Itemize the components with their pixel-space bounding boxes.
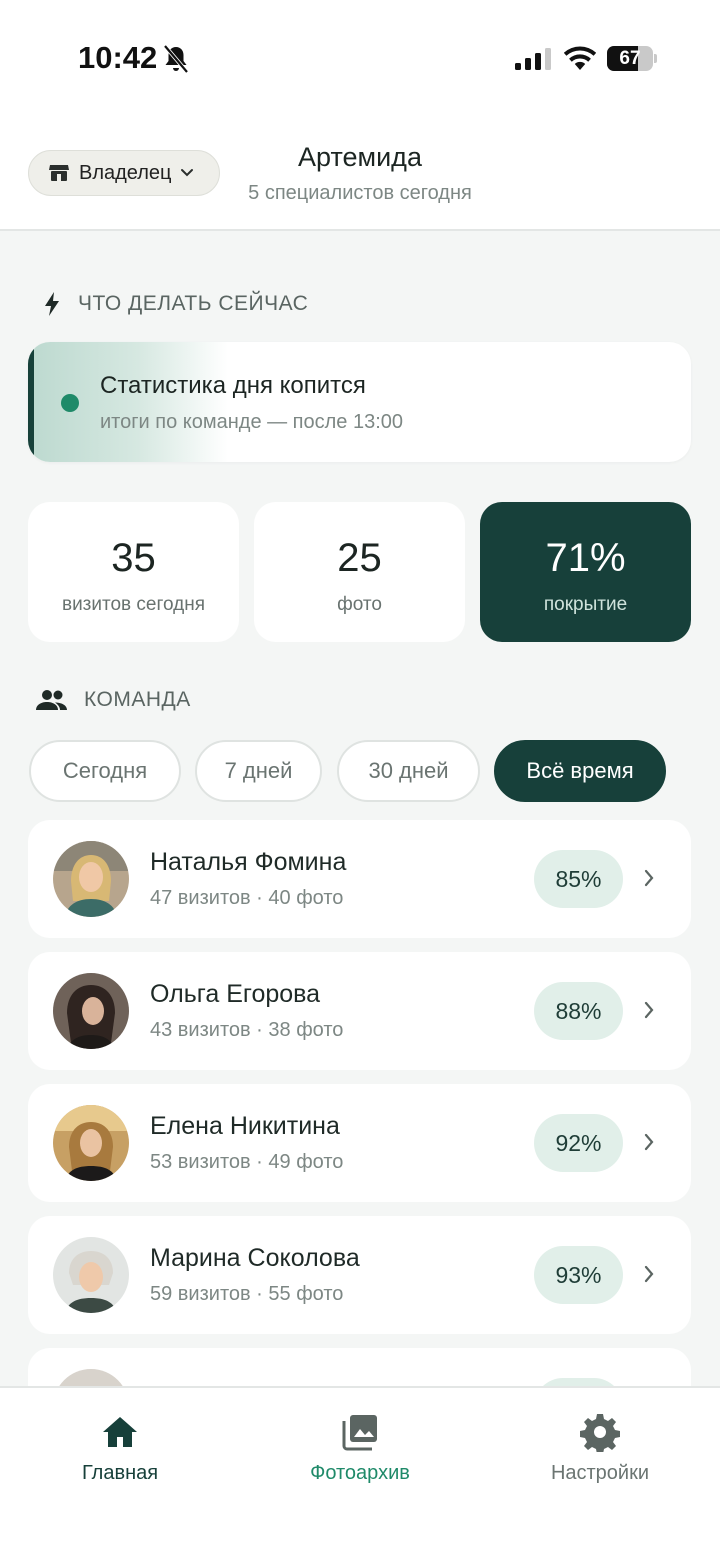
filter-all-time[interactable]: Всё время: [494, 740, 666, 802]
status-time: 10:42: [78, 40, 158, 75]
photo-library-icon: [342, 1415, 377, 1451]
team-member-card[interactable]: Елена Никитина 53 визитов · 49 фото 92%: [28, 1084, 691, 1202]
stat-value: 25: [337, 536, 382, 580]
home-icon: [103, 1417, 137, 1447]
chevron-right-icon: [644, 1133, 654, 1151]
team-member-card[interactable]: Наталья Фомина 47 визитов · 40 фото 85%: [28, 820, 691, 938]
member-meta: 43 визитов · 38 фото: [150, 1019, 344, 1041]
stat-label: визитов сегодня: [61, 594, 206, 615]
page-subtitle: 5 специалистов сегодня: [248, 182, 472, 204]
chevron-right-icon: [644, 1001, 654, 1019]
now-section-title: ЧТО ДЕЛАТЬ СЕЙЧАС: [42, 291, 308, 317]
stat-value: 35: [111, 536, 156, 580]
role-label: Владелец: [79, 161, 172, 184]
tab-settings-label: Настройки: [550, 1462, 650, 1484]
bottom-tab-bar: Главная Фотоархив Настройки: [0, 1386, 720, 1565]
filter-7-days[interactable]: 7 дней: [195, 740, 322, 802]
hint-title: Статистика дня копится: [100, 372, 366, 399]
bell-slash-icon: [163, 44, 189, 74]
stat-card-photos: 25 фото: [254, 502, 465, 642]
chevron-right-icon: [644, 1265, 654, 1283]
role-switcher-button[interactable]: Владелец: [28, 150, 220, 196]
member-name: Наталья Фомина: [150, 848, 347, 876]
page-title: Артемида: [298, 142, 422, 172]
member-meta: 59 визитов · 55 фото: [150, 1283, 344, 1305]
member-name: Марина Соколова: [150, 1244, 360, 1272]
battery-percent: 67: [619, 48, 641, 69]
filter-today[interactable]: Сегодня: [29, 740, 181, 802]
now-section-label: ЧТО ДЕЛАТЬ СЕЙЧАС: [78, 292, 309, 315]
hint-card[interactable]: Статистика дня копится итоги по команде …: [28, 342, 691, 462]
stat-label: фото: [337, 594, 382, 615]
coverage-badge: 88%: [534, 982, 623, 1040]
avatar: [53, 841, 129, 917]
people-icon: [36, 690, 67, 710]
coverage-badge: [534, 1378, 623, 1386]
status-dot: [61, 394, 79, 412]
filter-30-days[interactable]: 30 дней: [337, 740, 480, 802]
lightning-icon: [45, 292, 59, 316]
coverage-badge: 93%: [534, 1246, 623, 1304]
coverage-badge: 92%: [534, 1114, 623, 1172]
member-name: Ольга Егорова: [150, 980, 321, 1008]
app-header: Владелец Артемида 5 специалистов сегодня: [0, 120, 720, 231]
tab-home-label: Главная: [81, 1462, 159, 1484]
avatar: [53, 1105, 129, 1181]
tab-home[interactable]: Главная: [0, 1388, 240, 1508]
member-meta: 47 визитов · 40 фото: [150, 887, 344, 909]
stat-value: 71%: [545, 536, 626, 580]
team-list[interactable]: Наталья Фомина 47 визитов · 40 фото 85% …: [0, 820, 720, 1386]
wifi-icon: [564, 46, 596, 70]
member-name: Елена Никитина: [150, 1112, 340, 1140]
member-meta: 53 визитов · 49 фото: [150, 1151, 344, 1173]
gear-icon: [580, 1414, 620, 1452]
team-member-card[interactable]: Марина Соколова 59 визитов · 55 фото 93%: [28, 1216, 691, 1334]
team-member-card-partial[interactable]: [28, 1348, 691, 1386]
stat-card-visits: 35 визитов сегодня: [28, 502, 239, 642]
chevron-down-icon: [180, 169, 193, 177]
team-section-title: КОМАНДА: [36, 688, 191, 712]
status-bar: 10:42 67: [0, 0, 720, 120]
avatar: [53, 1369, 129, 1386]
hint-subtitle: итоги по команде — после 13:00: [100, 411, 404, 433]
avatar: [53, 973, 129, 1049]
chevron-right-icon: [644, 869, 654, 887]
stat-label: покрытие: [543, 594, 628, 615]
tab-settings[interactable]: Настройки: [480, 1388, 720, 1508]
team-member-card[interactable]: Ольга Егорова 43 визитов · 38 фото 88%: [28, 952, 691, 1070]
avatar: [53, 1237, 129, 1313]
team-section-label: КОМАНДА: [84, 688, 191, 711]
tab-photo-archive[interactable]: Фотоархив: [240, 1388, 480, 1508]
coverage-badge: 85%: [534, 850, 623, 908]
store-icon: [49, 165, 69, 181]
cellular-signal-icon: [515, 48, 551, 70]
stat-card-coverage: 71% покрытие: [480, 502, 691, 642]
tab-photo-archive-label: Фотоархив: [310, 1462, 410, 1484]
battery-indicator: 67: [607, 46, 657, 71]
